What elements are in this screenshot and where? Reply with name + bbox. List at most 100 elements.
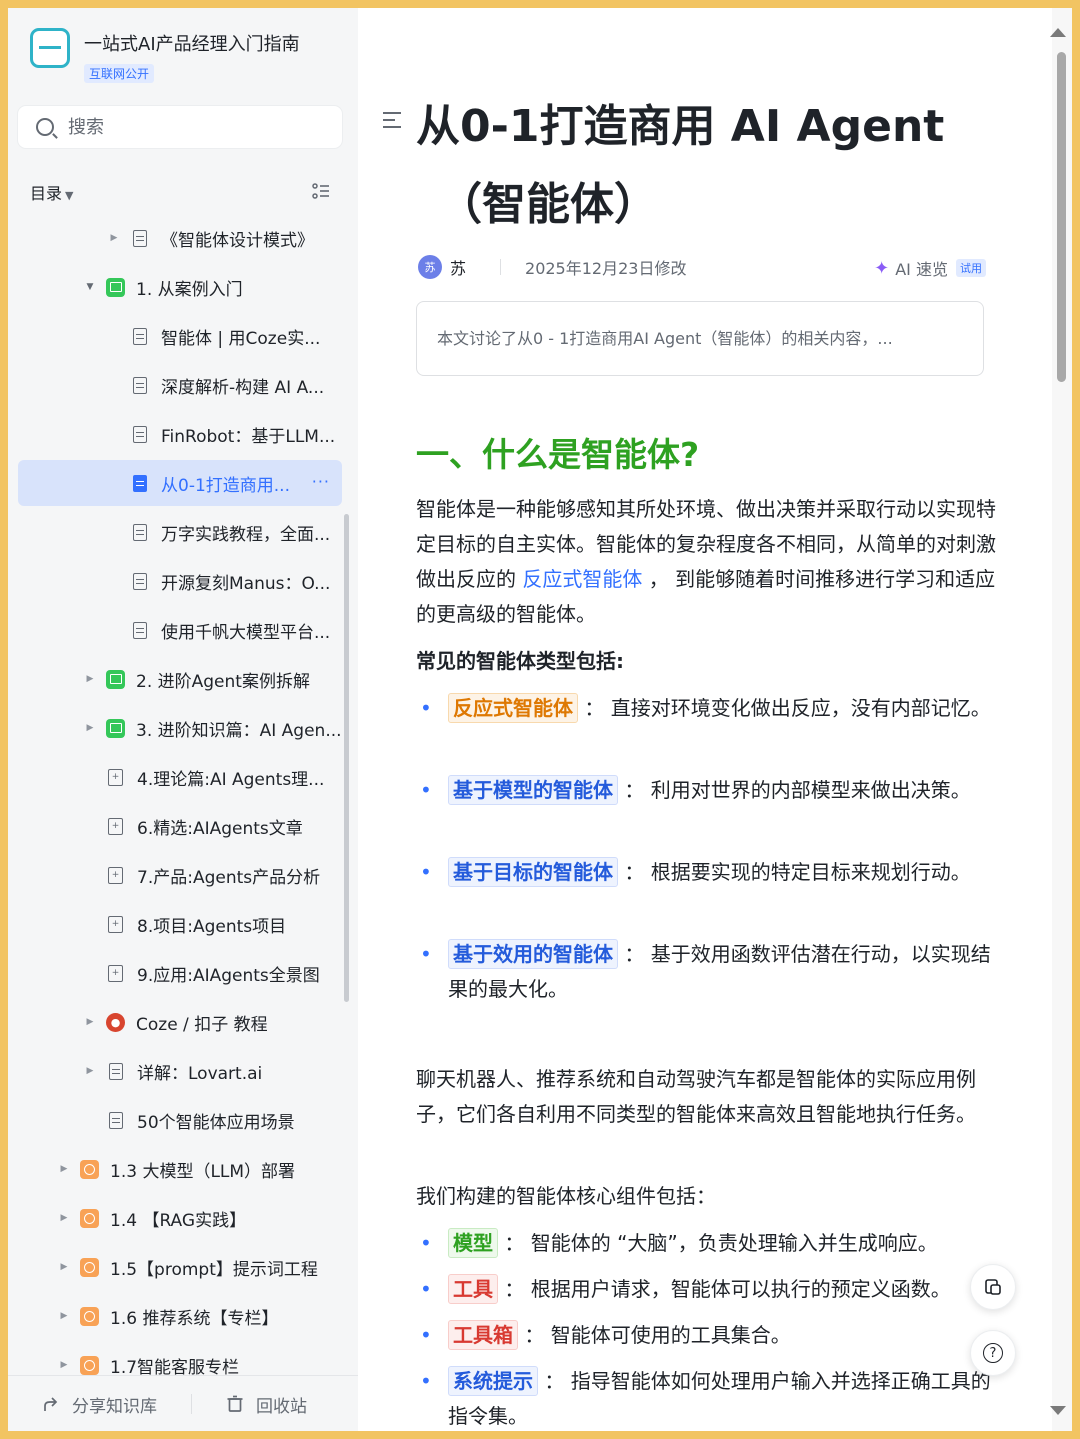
tree-item-label: Coze / 扣子 教程: [136, 1014, 268, 1035]
knowledge-base-title[interactable]: 一站式AI产品经理入门指南: [84, 30, 300, 56]
tree-item[interactable]: FinRobot：基于LLM...: [130, 411, 340, 457]
scrollbar-thumb[interactable]: [1057, 52, 1066, 382]
subheading: 常见的智能体类型包括:: [416, 649, 624, 673]
doc-meta: 苏 苏 2025年12月23日修改 ✦ AI 速览 试用: [418, 252, 986, 282]
ai-summary-box[interactable]: 本文讨论了从0 - 1打造商用AI Agent（智能体）的相关内容，...: [416, 301, 984, 376]
document-icon: [133, 376, 147, 394]
recycle-bin-button[interactable]: 回收站: [226, 1392, 307, 1417]
tree-item-label: 《智能体设计模式》: [161, 230, 314, 251]
tree-item[interactable]: 使用千帆大模型平台...: [130, 607, 342, 653]
tree-item-label: FinRobot：基于LLM...: [161, 426, 336, 447]
tree-item[interactable]: ▶ 1.3 大模型（LLM）部署: [58, 1146, 295, 1192]
share-icon: [44, 1397, 58, 1411]
list-item: 工具 ： 根据用户请求，智能体可以执行的预定义函数。: [416, 1272, 996, 1307]
document-icon: [133, 474, 147, 492]
tree-item-label: 使用千帆大模型平台...: [161, 622, 331, 643]
list-item: 基于效用的智能体 ： 基于效用函数评估潜在行动，以实现结果的最大化。: [416, 937, 996, 1007]
search-input[interactable]: [66, 115, 320, 139]
sidebar-footer: 分享知识库 回收站: [8, 1375, 358, 1431]
main-scrollbar[interactable]: [1050, 8, 1072, 1431]
inline-link[interactable]: 反应式智能体: [522, 567, 642, 591]
toc-label[interactable]: 目录: [30, 184, 62, 203]
highlight-tag: 基于效用的智能体: [448, 939, 618, 969]
tree-item[interactable]: ▶ 2. 进阶Agent案例拆解: [84, 656, 310, 702]
tree-item[interactable]: + 9.应用:AIAgents全景图: [106, 950, 320, 996]
share-knowledge-base-button[interactable]: 分享知识库: [42, 1392, 157, 1417]
tree-item[interactable]: 智能体 | 用Coze实...: [130, 313, 340, 359]
tree-item-active[interactable]: 从0-1打造商用... ···: [18, 460, 342, 506]
tree-item[interactable]: ▶ 3. 进阶知识篇：AI Agen...: [84, 705, 342, 751]
document-icon: [109, 1062, 123, 1080]
expand-arrow-icon[interactable]: ▶: [84, 674, 96, 684]
tree-item[interactable]: ▶ 《智能体设计模式》: [108, 215, 314, 261]
list-item: 基于模型的智能体 ： 利用对世界的内部模型来做出决策。: [416, 773, 996, 808]
tree-item[interactable]: ▼ 1. 从案例入门: [84, 264, 243, 310]
expand-arrow-icon[interactable]: ▶: [84, 1066, 96, 1076]
highlight-tag: 模型: [448, 1228, 498, 1258]
expand-arrow-icon[interactable]: ▶: [84, 723, 96, 733]
public-badge: 互联网公开: [84, 64, 155, 83]
more-options-icon[interactable]: ···: [312, 472, 330, 491]
search-box[interactable]: [18, 106, 342, 148]
tree-item[interactable]: 开源复刻Manus：O...: [130, 558, 342, 604]
expand-arrow-icon[interactable]: ▶: [58, 1311, 70, 1321]
list-view-icon[interactable]: [312, 182, 330, 200]
tree-item[interactable]: 万字实践教程，全面...: [130, 509, 342, 555]
expand-arrow-icon[interactable]: ▶: [108, 233, 120, 243]
page-title-line2: （智能体）: [438, 179, 658, 230]
avatar[interactable]: 苏: [418, 255, 442, 279]
sidebar-scrollbar[interactable]: [344, 514, 349, 1002]
section-heading: 一、什么是智能体?: [416, 435, 700, 474]
scroll-down-arrow-icon[interactable]: [1050, 1406, 1066, 1415]
tree-item[interactable]: 深度解析-构建 AI A...: [130, 362, 340, 408]
tree-item-label: 50个智能体应用场景: [137, 1112, 295, 1133]
comment-icon: [985, 1279, 1001, 1295]
tree-item[interactable]: ▶ ● Coze / 扣子 教程: [84, 999, 268, 1045]
comment-button[interactable]: [970, 1264, 1016, 1310]
tree-item[interactable]: + 8.项目:Agents项目: [106, 901, 286, 947]
trash-icon: [227, 1395, 243, 1412]
tree-item[interactable]: ▶ 详解：Lovart.ai: [84, 1048, 262, 1094]
tree-item-label: 1. 从案例入门: [136, 279, 243, 300]
tree-item[interactable]: ▶ 1.5【prompt】提示词工程: [58, 1244, 318, 1290]
tree-item-label: 1.4 【RAG实践】: [110, 1210, 247, 1231]
ai-quick-view-button[interactable]: ✦ AI 速览 试用: [874, 256, 986, 280]
tree-item[interactable]: + 7.产品:Agents产品分析: [106, 852, 320, 898]
tree-item[interactable]: + 4.理论篇:AI Agents理...: [106, 754, 338, 800]
list-item: 反应式智能体 ： 直接对环境变化做出反应，没有内部记忆。: [416, 691, 996, 726]
document-icon: [109, 1111, 123, 1129]
toc-header: 目录 ▼: [30, 180, 330, 203]
ai-sparkle-icon: ✦: [874, 257, 890, 279]
tree-item[interactable]: 50个智能体应用场景: [106, 1097, 295, 1143]
divider: [191, 1394, 192, 1414]
expand-arrow-icon[interactable]: ▶: [58, 1360, 70, 1370]
list-item-text: ： 智能体可使用的工具集合。: [518, 1323, 791, 1347]
page-title: 从0-1打造商用 AI Agent: [416, 101, 945, 152]
list-item-text: ： 智能体的 “大脑”，负责处理输入并生成响应。: [498, 1231, 938, 1255]
expand-arrow-icon[interactable]: ▶: [58, 1213, 70, 1223]
recycle-label: 回收站: [256, 1396, 307, 1417]
expand-arrow-icon[interactable]: ▶: [58, 1262, 70, 1272]
tree-item[interactable]: ▶ 1.7智能客服专栏: [58, 1342, 239, 1375]
sidebar: 一站式AI产品经理入门指南 互联网公开 目录▼ ▶ 《智能体设计模式》: [8, 8, 358, 1431]
expand-arrow-icon[interactable]: ▶: [58, 1164, 70, 1174]
help-button[interactable]: ?: [970, 1330, 1016, 1376]
expand-arrow-icon[interactable]: ▶: [84, 1017, 96, 1027]
tree-item[interactable]: ▶ 1.6 推荐系统【专栏】: [58, 1293, 278, 1339]
tree-item[interactable]: ▶ 1.4 【RAG实践】: [58, 1195, 246, 1241]
chevron-down-icon[interactable]: ▼: [65, 189, 73, 202]
folder-icon: [106, 277, 125, 297]
paragraph: 智能体是一种能够感知其所处环境、做出决策并采取行动以实现特定目标的自主实体。智能…: [416, 492, 996, 632]
toc-tree: ▶ 《智能体设计模式》 ▼ 1. 从案例入门 智能体 | 用Coze实... 深…: [8, 205, 348, 1375]
knowledge-base-header[interactable]: 一站式AI产品经理入门指南 互联网公开: [30, 28, 300, 83]
list-item: 系统提示 ： 指导智能体如何处理用户输入并选择正确工具的指令集。: [416, 1364, 996, 1431]
highlight-tag: 基于目标的智能体: [448, 857, 618, 887]
outline-toggle-icon[interactable]: [383, 112, 401, 133]
tree-item-label: 4.理论篇:AI Agents理...: [137, 769, 325, 790]
tree-item[interactable]: + 6.精选:AIAgents文章: [106, 803, 303, 849]
scroll-up-arrow-icon[interactable]: [1050, 28, 1066, 37]
highlight-tag: 工具箱: [448, 1320, 518, 1350]
list-item-text: ： 根据要实现的特定目标来规划行动。: [618, 860, 971, 884]
collapse-arrow-icon[interactable]: ▼: [84, 282, 96, 292]
author-name[interactable]: 苏: [450, 255, 466, 279]
